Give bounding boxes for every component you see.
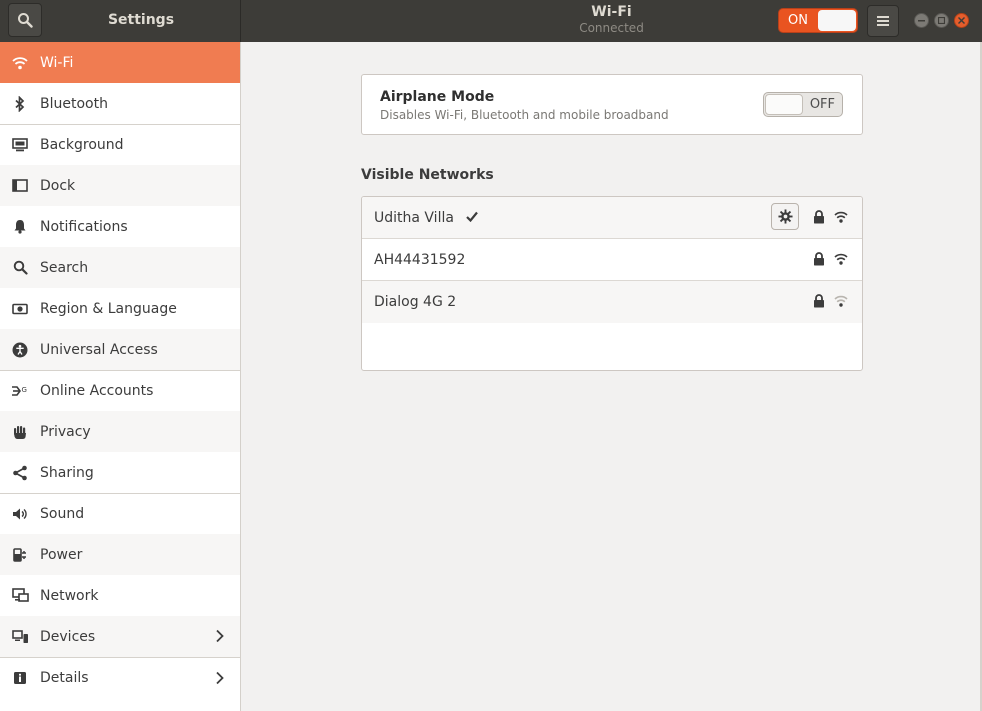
sidebar-item-background[interactable]: Background [0,124,240,165]
sidebar: Wi-Fi Bluetooth Background Dock Notifica… [0,42,241,711]
sidebar-item-network[interactable]: Network [0,575,240,616]
airplane-mode-toggle[interactable]: OFF [763,92,843,117]
sidebar-header: Settings [0,0,241,42]
wifi-signal-weak-icon [834,294,848,312]
sidebar-item-devices[interactable]: Devices [0,616,240,657]
sidebar-item-label: Details [40,670,89,686]
region-icon [0,303,40,315]
sidebar-item-dock[interactable]: Dock [0,165,240,206]
wifi-master-toggle[interactable]: ON [778,8,858,33]
sidebar-item-online-accounts[interactable]: G Online Accounts [0,370,240,411]
minimize-button[interactable] [914,13,929,28]
sidebar-item-label: Background [40,137,124,153]
sidebar-item-bluetooth[interactable]: Bluetooth [0,83,240,124]
network-name: Uditha Villa [374,210,454,226]
app-title: Settings [107,12,175,28]
bell-icon [0,219,40,234]
hand-icon [0,424,40,440]
sidebar-item-search[interactable]: Search [0,247,240,288]
network-name: Dialog 4G 2 [374,294,457,310]
sidebar-item-label: Sound [40,506,85,522]
sidebar-item-power[interactable]: Power [0,534,240,575]
sidebar-item-privacy[interactable]: Privacy [0,411,240,452]
sidebar-item-label: Notifications [40,218,128,235]
speaker-icon [0,507,40,521]
airplane-mode-row: Airplane Mode Disables Wi-Fi, Bluetooth … [361,74,863,135]
sidebar-item-label: Devices [40,628,96,645]
close-button[interactable] [954,13,969,28]
search-button[interactable] [8,3,42,37]
network-settings-button[interactable] [771,203,799,230]
hamburger-menu-icon [877,16,889,26]
sidebar-item-label: Privacy [40,423,91,440]
gear-icon [777,209,793,224]
search-icon [18,13,33,28]
chevron-right-icon [215,629,224,647]
sidebar-item-label: Power [40,546,83,563]
sidebar-item-label: Bluetooth [40,95,108,112]
network-name: AH44431592 [374,252,466,268]
search-icon [0,260,40,275]
dock-icon [0,178,40,193]
sidebar-item-label: Search [40,259,89,276]
bluetooth-icon [0,95,40,112]
toggle-knob [765,94,803,115]
sidebar-item-notifications[interactable]: Notifications [0,206,240,247]
share-icon [0,465,40,481]
sidebar-item-label: Sharing [40,464,94,481]
sidebar-item-universal-access[interactable]: Universal Access [0,329,240,370]
sidebar-item-label: Online Accounts [40,383,154,399]
devices-icon [0,629,40,644]
accessibility-icon [0,342,40,358]
sidebar-item-sound[interactable]: Sound [0,493,240,534]
close-icon [958,17,965,24]
lock-icon [813,210,825,228]
network-row[interactable]: Uditha Villa [362,197,862,239]
toggle-knob [818,10,856,31]
sidebar-item-label: Wi-Fi [40,54,74,71]
airplane-mode-title: Airplane Mode [380,89,495,105]
sidebar-item-wifi[interactable]: Wi-Fi [0,42,240,83]
network-row[interactable]: Dialog 4G 2 [362,281,862,323]
network-row[interactable]: AH44431592 [362,239,862,281]
sidebar-item-region-language[interactable]: Region & Language [0,288,240,329]
visible-networks-heading: Visible Networks [361,167,494,183]
online-accounts-icon: G [0,384,40,398]
chevron-right-icon [215,671,224,689]
sidebar-item-label: Universal Access [40,341,158,358]
sidebar-item-label: Network [40,587,99,604]
sidebar-item-label: Dock [40,177,76,194]
maximize-button[interactable] [934,13,949,28]
sidebar-item-sharing[interactable]: Sharing [0,452,240,493]
wifi-icon [0,56,40,70]
network-list: Uditha Villa AH44431592 Dialog 4G 2 [361,196,863,371]
power-plug-icon [0,547,40,563]
airplane-toggle-label: OFF [809,97,835,112]
minimize-icon [918,20,925,22]
svg-text:G: G [22,386,27,394]
main-panel: Airplane Mode Disables Wi-Fi, Bluetooth … [242,42,980,711]
sidebar-item-details[interactable]: Details [0,657,240,698]
lock-icon [813,252,825,270]
menu-button[interactable] [867,5,899,37]
lock-icon [813,294,825,312]
checkmark-icon [466,210,478,226]
maximize-icon [938,17,945,24]
sidebar-item-label: Region & Language [40,300,177,317]
background-icon [0,138,40,152]
wifi-signal-strong-icon [834,252,848,270]
info-icon [0,671,40,685]
header-bar: Settings Wi-Fi Connected ON [0,0,982,42]
wifi-signal-strong-icon [834,210,848,228]
wifi-toggle-label: ON [788,13,808,28]
content-header: Wi-Fi Connected ON [241,0,982,42]
network-icon [0,588,40,603]
airplane-mode-description: Disables Wi-Fi, Bluetooth and mobile bro… [380,108,669,122]
